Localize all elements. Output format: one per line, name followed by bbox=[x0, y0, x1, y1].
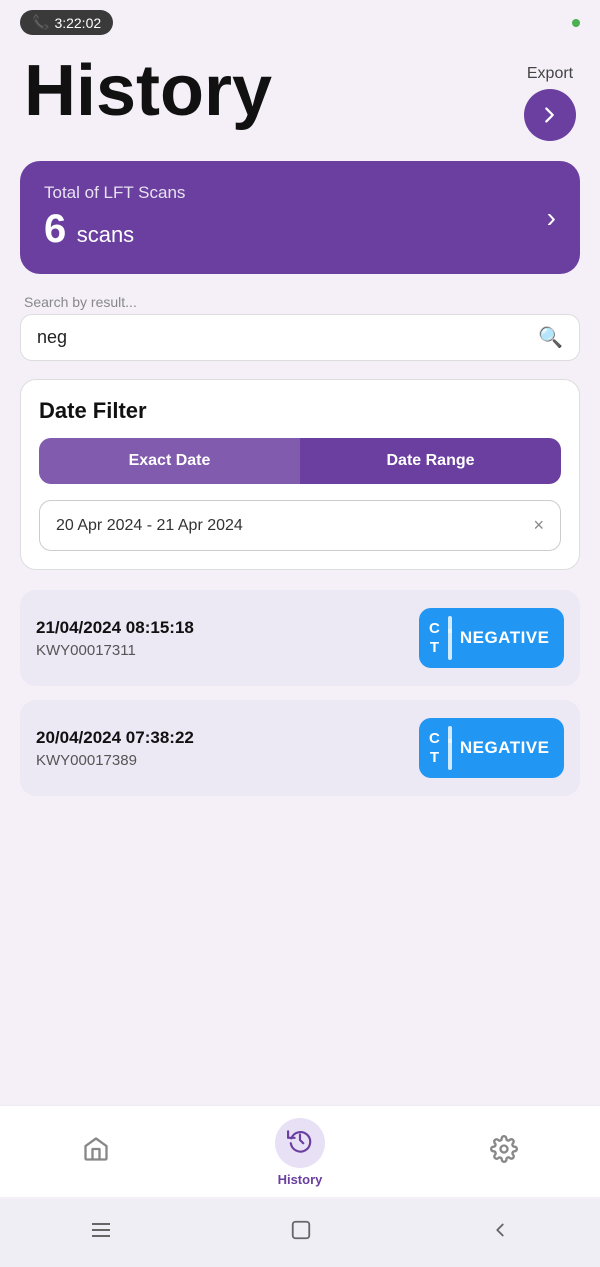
settings-icon bbox=[490, 1135, 518, 1170]
result-label-2: NEGATIVE bbox=[460, 738, 550, 758]
export-button[interactable] bbox=[524, 89, 576, 141]
page-title: History bbox=[24, 55, 272, 127]
date-range-value: 20 Apr 2024 - 21 Apr 2024 bbox=[56, 517, 243, 535]
result-list: 21/04/2024 08:15:18 KWY00017311 C T NEGA… bbox=[20, 590, 580, 796]
date-filter-card: Date Filter Exact Date Date Range 20 Apr… bbox=[20, 379, 580, 570]
date-range-input[interactable]: 20 Apr 2024 - 21 Apr 2024 × bbox=[39, 500, 561, 551]
status-time: 📞 3:22:02 bbox=[20, 10, 113, 35]
system-back-button[interactable] bbox=[489, 1219, 511, 1247]
system-home-button[interactable] bbox=[290, 1219, 312, 1247]
strip-visual-1 bbox=[448, 616, 452, 660]
result-badge-2: C T NEGATIVE bbox=[419, 718, 564, 778]
status-dot bbox=[572, 19, 580, 27]
search-icon: 🔍 bbox=[538, 325, 563, 350]
stats-card[interactable]: Total of LFT Scans 6 scans › bbox=[20, 161, 580, 274]
bottom-nav: History bbox=[0, 1105, 600, 1197]
main-content: Total of LFT Scans 6 scans › Search by r… bbox=[0, 161, 600, 796]
export-section: Export bbox=[524, 55, 576, 141]
nav-home[interactable] bbox=[82, 1135, 110, 1170]
stats-text: Total of LFT Scans 6 scans bbox=[44, 183, 185, 252]
status-bar: 📞 3:22:02 bbox=[0, 0, 600, 45]
history-icon bbox=[287, 1127, 313, 1160]
search-section: Search by result... 🔍 bbox=[20, 294, 580, 361]
nav-history[interactable]: History bbox=[275, 1118, 325, 1187]
stats-unit: scans bbox=[77, 222, 134, 247]
home-icon bbox=[82, 1135, 110, 1170]
result-id-1: KWY00017311 bbox=[36, 642, 194, 659]
date-filter-tabs: Exact Date Date Range bbox=[39, 438, 561, 484]
export-label: Export bbox=[527, 65, 573, 83]
exact-date-tab[interactable]: Exact Date bbox=[39, 438, 300, 484]
strip-visual-2 bbox=[448, 726, 452, 770]
result-id-2: KWY00017389 bbox=[36, 752, 194, 769]
nav-settings[interactable] bbox=[490, 1135, 518, 1170]
stats-label: Total of LFT Scans bbox=[44, 183, 185, 203]
phone-icon: 📞 bbox=[32, 14, 49, 31]
history-icon-wrap bbox=[275, 1118, 325, 1168]
date-filter-title: Date Filter bbox=[39, 398, 561, 424]
header: History Export bbox=[0, 45, 600, 161]
search-box: 🔍 bbox=[20, 314, 580, 361]
ct-label-1: C T bbox=[429, 619, 440, 658]
result-datetime-2: 20/04/2024 07:38:22 bbox=[36, 728, 194, 748]
result-item-1[interactable]: 21/04/2024 08:15:18 KWY00017311 C T NEGA… bbox=[20, 590, 580, 686]
search-hint: Search by result... bbox=[20, 294, 580, 310]
date-range-clear-button[interactable]: × bbox=[533, 515, 544, 536]
history-nav-label: History bbox=[278, 1172, 323, 1187]
search-input[interactable] bbox=[37, 327, 530, 348]
stats-count-row: 6 scans bbox=[44, 207, 185, 252]
result-info-1: 21/04/2024 08:15:18 KWY00017311 bbox=[36, 618, 194, 659]
ct-label-2: C T bbox=[429, 729, 440, 768]
result-badge-1: C T NEGATIVE bbox=[419, 608, 564, 668]
chevron-right-icon bbox=[539, 104, 561, 126]
result-datetime-1: 21/04/2024 08:15:18 bbox=[36, 618, 194, 638]
stats-arrow-icon: › bbox=[547, 202, 556, 234]
stats-count: 6 bbox=[44, 207, 66, 251]
result-label-1: NEGATIVE bbox=[460, 628, 550, 648]
result-item-2[interactable]: 20/04/2024 07:38:22 KWY00017389 C T NEGA… bbox=[20, 700, 580, 796]
system-menu-button[interactable] bbox=[89, 1218, 113, 1248]
result-info-2: 20/04/2024 07:38:22 KWY00017389 bbox=[36, 728, 194, 769]
date-range-tab[interactable]: Date Range bbox=[300, 438, 561, 484]
system-bar bbox=[0, 1199, 600, 1267]
